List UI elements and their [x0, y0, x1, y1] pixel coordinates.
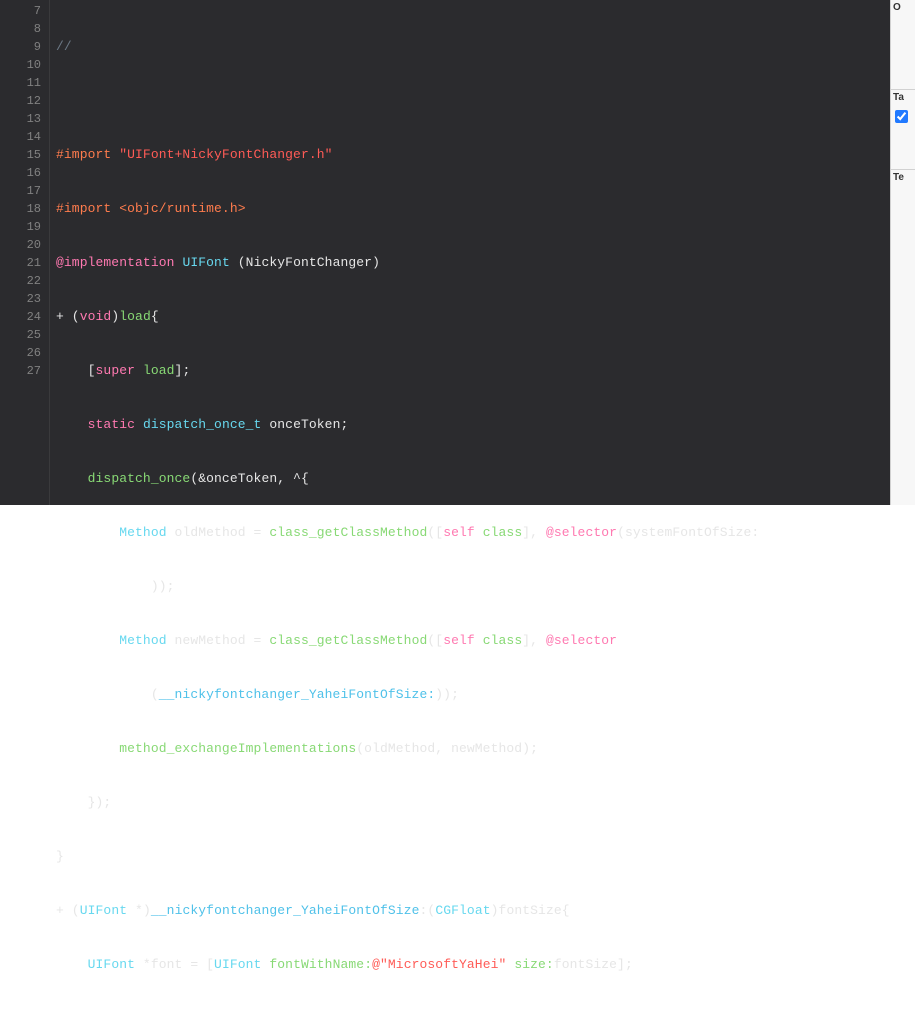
line-number: 11 — [4, 74, 41, 92]
code-line: } — [56, 848, 884, 866]
inspector-section-label: Ta — [893, 92, 904, 103]
line-number: 9 — [4, 38, 41, 56]
line-number: 14 — [4, 128, 41, 146]
inspector-panel[interactable]: O Ta Te — [890, 0, 915, 505]
line-number: 17 — [4, 182, 41, 200]
inspector-section-label: O — [893, 2, 901, 13]
line-number: 12 — [4, 92, 41, 110]
line-number: 8 — [4, 20, 41, 38]
line-number: 22 — [4, 272, 41, 290]
code-line: Method newMethod = class_getClassMethod(… — [56, 632, 884, 650]
line-number: 20 — [4, 236, 41, 254]
inspector-section: Te — [891, 170, 915, 240]
code-line: (__nickyfontchanger_YaheiFontOfSize:)); — [56, 686, 884, 704]
line-number: 7 — [4, 2, 41, 20]
line-number: 23 — [4, 290, 41, 308]
line-number: 13 — [4, 110, 41, 128]
inspector-checkbox[interactable] — [895, 110, 908, 123]
inspector-section-label: Te — [893, 172, 904, 183]
code-line: // — [56, 38, 884, 56]
code-line: #import "UIFont+NickyFontChanger.h" — [56, 146, 884, 164]
code-line: }); — [56, 794, 884, 812]
code-area[interactable]: // #import "UIFont+NickyFontChanger.h" #… — [50, 0, 890, 505]
line-number: 21 — [4, 254, 41, 272]
line-number-gutter: 789101112131415161718192021222324252627 — [0, 0, 50, 505]
code-line: static dispatch_once_t onceToken; — [56, 416, 884, 434]
line-number: 15 — [4, 146, 41, 164]
line-number: 26 — [4, 344, 41, 362]
code-line: + (UIFont *)__nickyfontchanger_YaheiFont… — [56, 902, 884, 920]
code-line: [super load]; — [56, 362, 884, 380]
code-editor[interactable]: 789101112131415161718192021222324252627 … — [0, 0, 890, 505]
code-line: )); — [56, 578, 884, 596]
inspector-section: O — [891, 0, 915, 90]
code-line: dispatch_once(&onceToken, ^{ — [56, 470, 884, 488]
line-number: 25 — [4, 326, 41, 344]
line-number: 19 — [4, 218, 41, 236]
code-line: method_exchangeImplementations(oldMethod… — [56, 740, 884, 758]
line-number: 10 — [4, 56, 41, 74]
code-line: Method oldMethod = class_getClassMethod(… — [56, 524, 884, 542]
line-number: 18 — [4, 200, 41, 218]
line-number: 24 — [4, 308, 41, 326]
code-line — [56, 92, 884, 110]
line-number: 27 — [4, 362, 41, 380]
code-line: @implementation UIFont (NickyFontChanger… — [56, 254, 884, 272]
code-line: UIFont *font = [UIFont fontWithName:@"Mi… — [56, 956, 884, 974]
code-line: + (void)load{ — [56, 308, 884, 326]
inspector-section: Ta — [891, 90, 915, 170]
line-number: 16 — [4, 164, 41, 182]
code-line: #import <objc/runtime.h> — [56, 200, 884, 218]
